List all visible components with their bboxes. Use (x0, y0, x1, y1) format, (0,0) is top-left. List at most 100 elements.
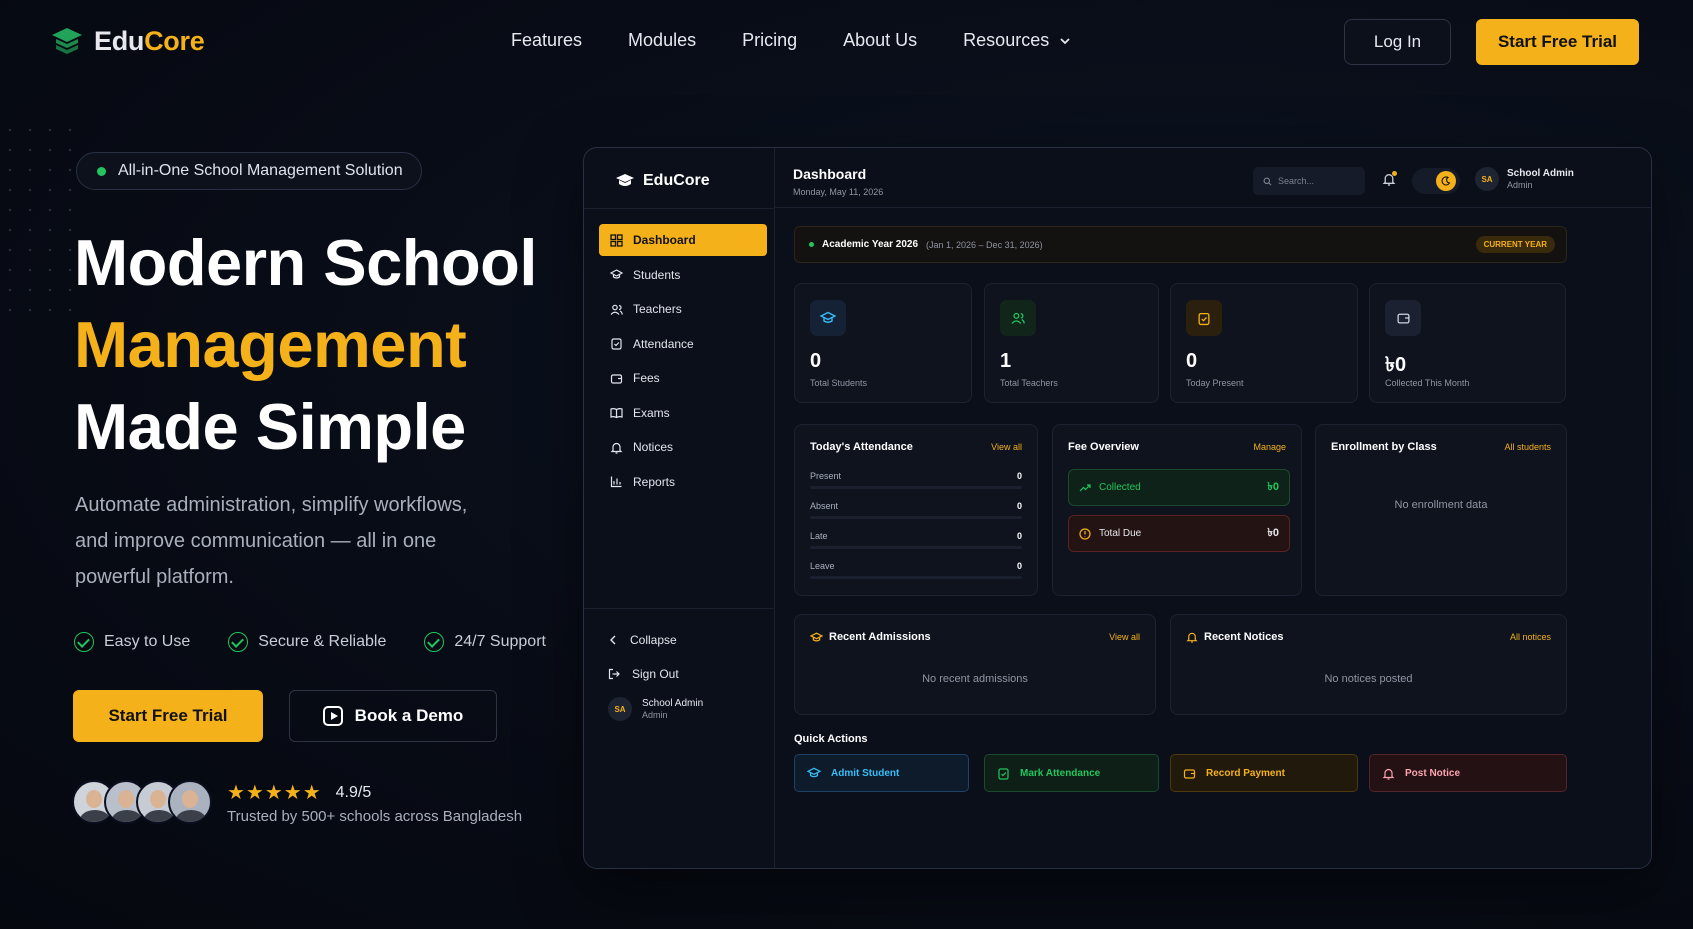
stat-value: 0 (810, 350, 822, 372)
graduation-cap-icon (810, 631, 823, 641)
book-demo-label: Book a Demo (354, 706, 464, 725)
record-payment-button[interactable]: Record Payment (1170, 754, 1358, 792)
sidebar-item-students[interactable]: Students (599, 259, 767, 291)
hero-tagline-pill: All-in-One School Management Solution (76, 152, 422, 190)
book-demo-button[interactable]: Book a Demo (289, 690, 497, 742)
sign-out-button[interactable]: Sign Out (608, 657, 703, 691)
brand-logo[interactable]: EduCore (50, 24, 205, 58)
dashboard-preview: EduCore Dashboard Students Teachers Atte… (583, 147, 1652, 869)
avatar (168, 780, 212, 824)
dashboard-topbar: Dashboard Monday, May 11, 2026 Search...… (775, 148, 1651, 208)
sidebar-footer: Collapse Sign Out SA School Admin Admin (608, 623, 703, 721)
nav-resources-label: Resources (963, 30, 1050, 50)
wallet-icon (1183, 768, 1196, 779)
decorative-dot-grid (0, 120, 80, 320)
status-dot (809, 242, 814, 247)
stat-card-teachers: 1 Total Teachers (984, 283, 1159, 403)
sidebar-logo-text: EduCore (643, 172, 710, 189)
sidebar-item-attendance[interactable]: Attendance (599, 328, 767, 360)
sidebar-item-teachers[interactable]: Teachers (599, 293, 767, 325)
sidebar-logo[interactable]: EduCore (615, 172, 710, 190)
search-input[interactable]: Search... (1253, 167, 1365, 195)
user-name: School Admin (642, 698, 704, 709)
all-notices-link[interactable]: All notices (1510, 632, 1551, 642)
avatar: SA (608, 697, 632, 721)
fee-due-row: Total Due ৳0 (1068, 515, 1290, 552)
clipboard-check-icon (611, 338, 622, 350)
sidebar-item-notices[interactable]: Notices (599, 431, 767, 463)
attendance-row-absent: Absent 0 (810, 501, 1022, 519)
academic-year-banner: Academic Year 2026 (Jan 1, 2026 – Dec 31… (794, 226, 1567, 263)
stat-card-students: 0 Total Students (794, 283, 972, 403)
start-free-trial-button[interactable]: Start Free Trial (73, 690, 263, 742)
admit-student-button[interactable]: Admit Student (794, 754, 969, 792)
trending-up-icon (1079, 483, 1091, 491)
nav-resources[interactable]: Resources (963, 30, 1071, 51)
sidebar-item-fees[interactable]: Fees (599, 362, 767, 394)
stat-value: 1 (1000, 350, 1012, 372)
avatar: SA (1475, 167, 1499, 191)
start-free-trial-nav-button[interactable]: Start Free Trial (1476, 19, 1639, 65)
graduation-cap-icon (807, 767, 821, 778)
view-all-link[interactable]: View all (1109, 632, 1140, 642)
dashboard-sidebar: EduCore Dashboard Students Teachers Atte… (584, 148, 775, 868)
empty-state: No recent admissions (922, 673, 1028, 685)
sidebar-item-exams[interactable]: Exams (599, 397, 767, 429)
divider (584, 608, 775, 609)
attendance-row-late: Late 0 (810, 531, 1022, 549)
post-notice-button[interactable]: Post Notice (1369, 754, 1567, 792)
notification-dot (1392, 171, 1397, 176)
sidebar-menu: Dashboard Students Teachers Attendance F… (599, 224, 767, 500)
stat-label: Total Students (810, 378, 868, 388)
empty-state: No notices posted (1324, 673, 1413, 685)
attendance-card: Today's Attendance View all Present 0 Abs… (794, 424, 1038, 596)
stat-label: Total Teachers (1000, 378, 1058, 388)
divider (584, 208, 775, 209)
manage-link[interactable]: Manage (1253, 442, 1286, 452)
star-rating-icons: ★★★★★ (227, 782, 322, 804)
bell-icon (1382, 768, 1395, 780)
users-icon (1000, 300, 1036, 336)
bell-icon (1186, 632, 1198, 643)
card-title: Fee Overview (1068, 441, 1139, 453)
fee-overview-card: Fee Overview Manage Collected ৳0 Total D… (1052, 424, 1302, 596)
current-date: Monday, May 11, 2026 (793, 187, 884, 197)
sidebar-item-dashboard[interactable]: Dashboard (599, 224, 767, 256)
feature-easy: Easy to Use (74, 632, 190, 652)
stat-card-present: 0 Today Present (1170, 283, 1358, 403)
bar-chart-icon (610, 476, 622, 488)
chevron-down-icon (1060, 37, 1070, 44)
theme-toggle[interactable] (1412, 168, 1460, 194)
sidebar-item-reports[interactable]: Reports (599, 466, 767, 498)
view-all-link[interactable]: View all (991, 442, 1022, 452)
recent-notices-card: Recent Notices All notices No notices po… (1170, 614, 1567, 715)
user-role: Admin (642, 710, 668, 720)
search-placeholder: Search... (1278, 176, 1315, 186)
notifications-button[interactable] (1382, 171, 1397, 191)
nav-pricing[interactable]: Pricing (742, 30, 797, 51)
nav-features[interactable]: Features (511, 30, 582, 51)
collapse-button[interactable]: Collapse (608, 623, 703, 657)
book-open-icon (610, 408, 623, 419)
feature-secure: Secure & Reliable (228, 632, 386, 652)
stat-label: Collected This Month (1385, 378, 1470, 388)
hero-subtitle: Automate administration, simplify workfl… (75, 494, 468, 588)
topbar-user[interactable]: SA School Admin Admin (1475, 167, 1574, 191)
play-icon (322, 706, 343, 726)
brand-name: EduCore (94, 25, 205, 56)
all-students-link[interactable]: All students (1504, 442, 1551, 452)
sidebar-user[interactable]: SA School Admin Admin (608, 697, 703, 721)
nav-about-us[interactable]: About Us (843, 30, 917, 51)
check-circle-icon (228, 632, 249, 652)
status-badge: CURRENT YEAR (1475, 236, 1555, 253)
enrollment-card: Enrollment by Class All students No enro… (1315, 424, 1567, 596)
bell-icon (610, 442, 623, 454)
sidebar-item-label: Exams (633, 405, 670, 420)
hero-title-line-2: Management (74, 308, 467, 381)
mark-attendance-button[interactable]: Mark Attendance (984, 754, 1159, 792)
chevron-left-icon (610, 635, 616, 645)
login-button[interactable]: Log In (1344, 19, 1451, 65)
nav-modules[interactable]: Modules (628, 30, 696, 51)
educore-logo-icon (52, 28, 82, 54)
hero-title-line-1: Modern School (74, 226, 537, 299)
